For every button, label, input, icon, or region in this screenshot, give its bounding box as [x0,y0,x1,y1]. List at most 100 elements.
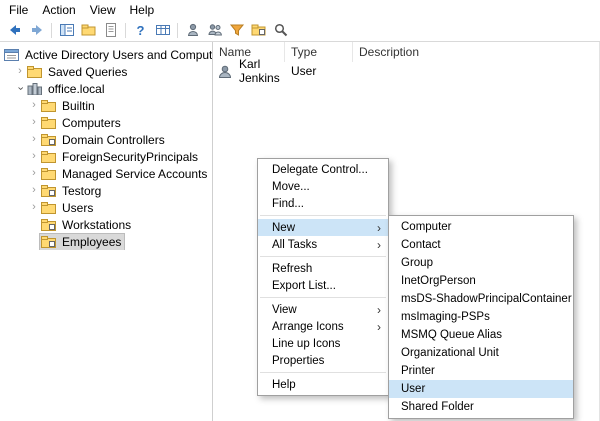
new-submenu: Computer Contact Group InetOrgPerson msD… [388,215,574,419]
submenu-arrow-icon: › [377,220,381,235]
properties-icon[interactable] [100,20,121,40]
submenu-item-msds-shadowprincipalcontainer[interactable]: msDS-ShadowPrincipalContainer [389,290,573,308]
back-icon[interactable] [4,20,25,40]
context-menu-item-find[interactable]: Find... [258,195,388,212]
context-menu-item-arrange-icons[interactable]: Arrange Icons › [258,318,388,335]
chevron-right-icon[interactable]: › [28,168,40,179]
filter-icon[interactable] [226,20,247,40]
context-menu-item-delegate-control[interactable]: Delegate Control... [258,161,388,178]
submenu-item-group[interactable]: Group [389,254,573,272]
forward-icon[interactable] [26,20,47,40]
chevron-right-icon[interactable]: › [28,151,40,162]
chevron-right-icon[interactable]: › [14,66,26,77]
help-icon[interactable]: ? [130,20,151,40]
toolbar: ? [0,19,600,42]
chevron-right-icon[interactable]: › [28,117,40,128]
tree-item-workstations[interactable]: › Workstations [0,216,212,233]
submenu-item-contact[interactable]: Contact [389,236,573,254]
context-menu-item-line-up-icons[interactable]: Line up Icons [258,335,388,352]
tree-item-label: Users [62,200,94,215]
folder-icon [41,116,56,129]
menu-separator [260,297,386,298]
submenu-arrow-icon: › [377,319,381,334]
tree-item-label: Employees [62,234,122,249]
user-icon [218,65,232,78]
menu-separator [260,215,386,216]
ou-icon [41,218,56,231]
chevron-right-icon[interactable]: › [28,202,40,213]
find-icon[interactable] [270,20,291,40]
console-root-icon [4,48,19,61]
menu-view[interactable]: View [83,1,123,19]
up-one-level-icon[interactable] [78,20,99,40]
export-list-icon[interactable] [152,20,173,40]
folder-icon [41,167,56,180]
create-ou-icon[interactable] [248,20,269,40]
context-menu: Delegate Control... Move... Find... New ›… [257,158,389,396]
context-menu-item-help[interactable]: Help [258,376,388,393]
tree-item-aduc-root[interactable]: Active Directory Users and Computers [Id… [0,46,212,63]
tree-item-domain-controllers[interactable]: › Domain Controllers [0,131,212,148]
chevron-down-icon[interactable]: › [15,83,27,95]
console-tree-pane: Active Directory Users and Computers [Id… [0,42,212,421]
chevron-right-icon[interactable]: › [28,100,40,111]
folder-icon [41,99,56,112]
tree-item-users[interactable]: › Users [0,199,212,216]
show-console-tree-icon[interactable] [56,20,77,40]
tree-item-foreignsecurityprincipals[interactable]: › ForeignSecurityPrincipals [0,148,212,165]
menu-bar: File Action View Help [0,0,600,19]
folder-icon [41,201,56,214]
tree-item-builtin[interactable]: › Builtin [0,97,212,114]
menu-separator [260,256,386,257]
column-header-description[interactable]: Description [353,42,599,62]
submenu-item-shared-folder[interactable]: Shared Folder [389,398,573,416]
toolbar-separator [177,22,178,38]
aduc-window: File Action View Help ? Active Directory… [0,0,600,421]
folder-icon [41,150,56,163]
submenu-item-user[interactable]: User [389,380,573,398]
column-header-type[interactable]: Type [285,42,353,62]
tree-item-label: Testorg [62,183,102,198]
create-group-icon[interactable] [204,20,225,40]
context-menu-item-properties[interactable]: Properties [258,352,388,369]
tree-item-saved-queries[interactable]: › Saved Queries [0,63,212,80]
submenu-item-computer[interactable]: Computer [389,218,573,236]
menu-action[interactable]: Action [35,1,82,19]
tree-item-office-local[interactable]: › office.local [0,80,212,97]
menu-file[interactable]: File [2,1,35,19]
submenu-item-msimaging-psps[interactable]: msImaging-PSPs [389,308,573,326]
submenu-arrow-icon: › [377,302,381,317]
tree-item-label: Workstations [62,217,132,232]
tree-item-label: Domain Controllers [62,132,165,147]
chevron-right-icon[interactable]: › [28,185,40,196]
list-item-karl-jenkins[interactable]: Karl Jenkins User [213,57,599,85]
context-menu-item-move[interactable]: Move... [258,178,388,195]
submenu-item-organizational-unit[interactable]: Organizational Unit [389,344,573,362]
context-menu-item-view[interactable]: View › [258,301,388,318]
tree-item-label: office.local [48,81,105,96]
context-menu-item-new[interactable]: New › [258,219,388,236]
context-menu-item-refresh[interactable]: Refresh [258,260,388,277]
context-menu-item-all-tasks[interactable]: All Tasks › [258,236,388,253]
chevron-right-icon[interactable]: › [28,134,40,145]
list-item-type: User [291,64,317,78]
tree-item-managed-service-accounts[interactable]: › Managed Service Accounts [0,165,212,182]
submenu-item-printer[interactable]: Printer [389,362,573,380]
tree-item-testorg[interactable]: › Testorg [0,182,212,199]
submenu-item-inetorgperson[interactable]: InetOrgPerson [389,272,573,290]
tree-item-label: ForeignSecurityPrincipals [62,149,199,164]
tree-item-employees[interactable]: › Employees [0,233,212,250]
create-user-icon[interactable] [182,20,203,40]
menu-separator [260,372,386,373]
tree-item-label: Computers [62,115,121,130]
question-mark-glyph: ? [136,22,145,38]
folder-icon [27,65,42,78]
context-menu-item-export-list[interactable]: Export List... [258,277,388,294]
menu-help[interactable]: Help [123,1,162,19]
toolbar-separator [125,22,126,38]
tree-item-computers[interactable]: › Computers [0,114,212,131]
tree-item-label: Active Directory Users and Computers [Id… [25,47,212,62]
submenu-item-msmq-queue-alias[interactable]: MSMQ Queue Alias [389,326,573,344]
ou-icon [41,235,56,248]
tree-item-label: Saved Queries [48,64,128,79]
